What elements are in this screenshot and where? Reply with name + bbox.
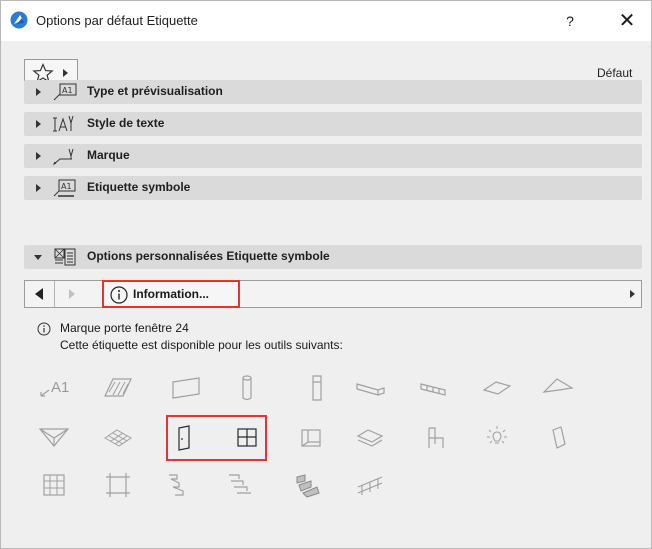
fill-tool-icon [101, 374, 135, 402]
panel-label: Style de texte [87, 116, 165, 130]
slab-tool-icon [169, 374, 203, 402]
morph-tool-icon [101, 424, 135, 452]
custom-settings-icon [54, 248, 76, 266]
panel-type-preview[interactable]: A1 Type et prévisualisation [24, 80, 642, 104]
mesh-tool-icon [37, 424, 71, 452]
beam-tool-icon [301, 374, 335, 402]
window-title: Options par défaut Etiquette [36, 13, 198, 28]
expand-arrow-icon [36, 88, 41, 96]
panel-pointer[interactable]: Marque [24, 144, 642, 168]
corner-window-icon [541, 424, 575, 452]
compatible-tools-highlight [166, 415, 267, 461]
close-button[interactable]: ✕ [613, 8, 641, 34]
collapse-arrow-icon [34, 255, 42, 260]
wall-tool-icon [354, 374, 388, 402]
archicad-logo-icon [10, 11, 28, 29]
info-icon [37, 322, 51, 336]
stair-landing-icon [291, 471, 325, 499]
info-icon [110, 286, 128, 304]
stair-flight-icon [223, 471, 257, 499]
stair-icon [161, 471, 195, 499]
expand-arrow-icon [36, 120, 41, 128]
panel-text-style[interactable]: Style de texte [24, 112, 642, 136]
page-select-value: Information... [133, 287, 209, 301]
help-button[interactable]: ? [560, 10, 580, 32]
page-select-dropdown[interactable]: Information... [102, 280, 240, 308]
expand-arrow-icon [36, 184, 41, 192]
expand-arrow-icon [36, 152, 41, 160]
favorites-dropdown-arrow-icon [63, 69, 68, 77]
panel-label: Etiquette symbole [87, 180, 191, 194]
default-label: Défaut [597, 66, 633, 80]
panel-custom-settings[interactable]: Options personnalisées Etiquette symbole [24, 245, 642, 269]
shell-tool-icon [541, 374, 575, 402]
lamp-tool-icon [480, 424, 514, 452]
info-title: Marque porte fenêtre 24 [60, 321, 189, 335]
title-bar: Options par défaut Etiquette ? ✕ [1, 1, 651, 41]
label-default-settings-dialog: Options par défaut Etiquette ? ✕ Défaut … [0, 0, 652, 549]
symbol-label-icon: A1 [53, 179, 76, 197]
svg-text:A1: A1 [61, 182, 72, 191]
zone-tool-icon [354, 424, 388, 452]
info-description: Cette étiquette est disponible pour les … [60, 338, 343, 352]
curtain-wall-tool-icon [418, 374, 452, 402]
frame-icon [101, 471, 135, 499]
column-tool-icon [230, 374, 264, 402]
svg-text:A1: A1 [62, 86, 73, 95]
panel-label: Options personnalisées Etiquette symbole [87, 249, 330, 263]
previous-page-button[interactable] [25, 281, 55, 307]
text-style-icon [53, 115, 74, 132]
arrow-left-icon [35, 288, 43, 300]
label-preview-icon: A1 [53, 83, 77, 101]
panel-symbol-label[interactable]: A1 Etiquette symbole [24, 176, 642, 200]
railing-icon [354, 471, 388, 499]
next-page-button[interactable] [55, 281, 101, 307]
skylight-tool-icon [295, 424, 329, 452]
curtain-wall-panel-icon [37, 471, 71, 499]
roof-tool-icon [480, 374, 514, 402]
pointer-icon [52, 148, 74, 166]
panel-label: Marque [87, 148, 130, 162]
page-navigation-bar: Information... [24, 280, 642, 308]
object-tool-icon [418, 424, 452, 452]
dropdown-arrow-icon[interactable] [630, 290, 635, 298]
panel-label: Type et prévisualisation [87, 84, 223, 98]
arrow-right-icon [69, 289, 75, 299]
label-tool-icon: A1 [37, 374, 71, 402]
